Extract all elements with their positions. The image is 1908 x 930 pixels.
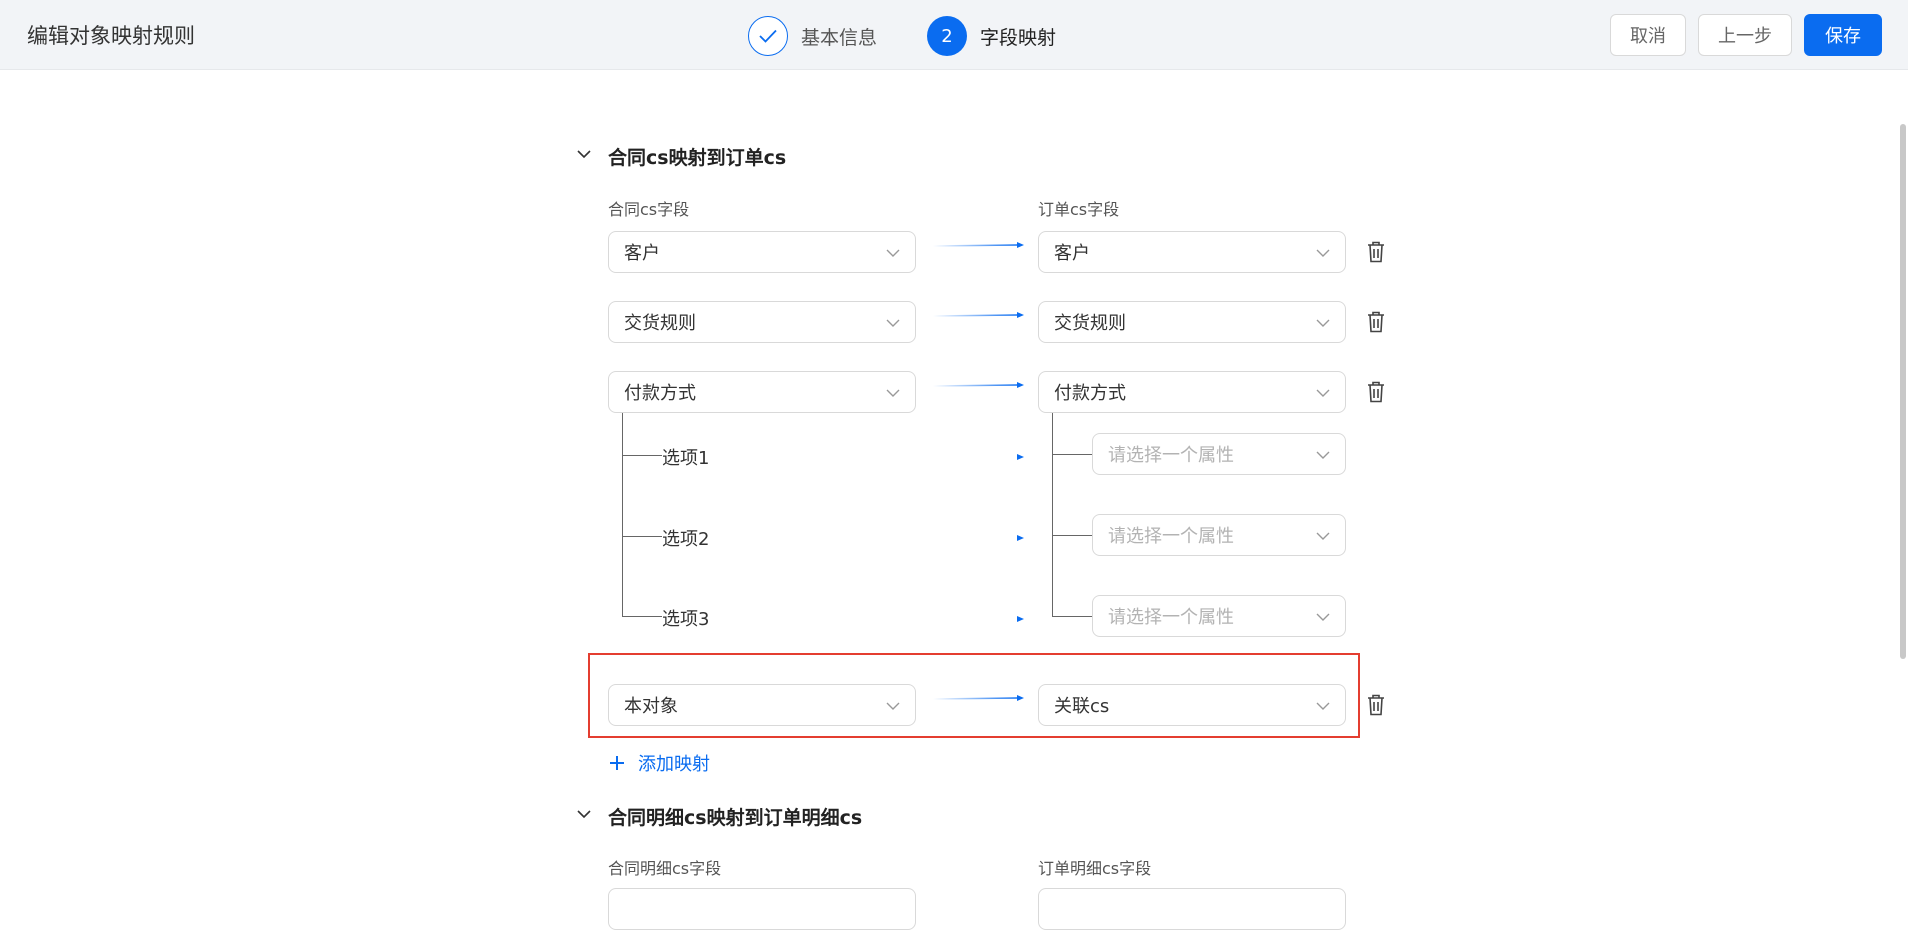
select-placeholder: 请选择一个属性	[1108, 445, 1234, 466]
trash-icon[interactable]	[1365, 380, 1387, 404]
chevron-down-icon	[1316, 702, 1330, 710]
tree-line	[622, 536, 662, 537]
tree-line	[1052, 535, 1092, 536]
arrow-right-icon	[933, 242, 1024, 248]
select-value: 付款方式	[624, 383, 696, 404]
chevron-down-icon	[1316, 532, 1330, 540]
trash-icon[interactable]	[1365, 693, 1387, 717]
option-label: 选项3	[662, 609, 710, 630]
select-value: 交货规则	[1054, 313, 1126, 334]
source-field-select[interactable]: 客户	[608, 231, 916, 273]
chevron-down-icon	[1316, 249, 1330, 257]
section-title: 合同cs映射到订单cs	[608, 147, 787, 169]
option-target-select[interactable]: 请选择一个属性	[1092, 514, 1346, 556]
select-value: 本对象	[624, 696, 678, 717]
target-field-select[interactable]: 交货规则	[1038, 301, 1346, 343]
step-basic-info[interactable]: 基本信息	[748, 14, 877, 58]
select-value: 交货规则	[624, 313, 696, 334]
option-label: 选项1	[662, 448, 710, 469]
previous-step-button[interactable]: 上一步	[1698, 14, 1792, 56]
target-field-select[interactable]	[1038, 888, 1346, 930]
select-placeholder: 请选择一个属性	[1108, 607, 1234, 628]
source-column-label: 合同明细cs字段	[608, 859, 722, 878]
target-column-label: 订单cs字段	[1038, 200, 1120, 219]
arrow-right-icon	[933, 535, 1024, 541]
chevron-down-icon	[886, 702, 900, 710]
scrollbar[interactable]	[1898, 70, 1908, 891]
select-value: 客户	[624, 243, 660, 264]
trash-icon[interactable]	[1365, 240, 1387, 264]
tree-line	[1052, 616, 1092, 617]
source-column-label: 合同cs字段	[608, 200, 690, 219]
select-value: 付款方式	[1054, 383, 1126, 404]
tree-line	[1052, 454, 1092, 455]
target-field-select[interactable]: 关联cs	[1038, 684, 1346, 726]
target-field-select[interactable]: 付款方式	[1038, 371, 1346, 413]
step-done-circle	[748, 16, 788, 56]
select-value: 关联cs	[1054, 696, 1110, 717]
chevron-down-icon	[1316, 319, 1330, 327]
arrow-right-icon	[933, 382, 1024, 388]
target-column-label: 订单明细cs字段	[1038, 859, 1152, 878]
source-field-select[interactable]	[608, 888, 916, 930]
source-field-select[interactable]: 付款方式	[608, 371, 916, 413]
plus-icon	[610, 756, 624, 770]
header-bar: 编辑对象映射规则 基本信息 2 字段映射 取消 上一步 保存	[0, 0, 1908, 70]
option-target-select[interactable]: 请选择一个属性	[1092, 595, 1346, 637]
add-mapping-button[interactable]: 添加映射	[608, 750, 710, 776]
arrow-right-icon	[933, 695, 1024, 701]
select-value: 客户	[1054, 243, 1090, 264]
tree-line	[622, 455, 662, 456]
chevron-down-icon	[886, 249, 900, 257]
section-title: 合同明细cs映射到订单明细cs	[608, 807, 863, 829]
trash-icon[interactable]	[1365, 310, 1387, 334]
step-field-mapping[interactable]: 2 字段映射	[927, 14, 1056, 58]
collapse-chevron-icon[interactable]	[575, 805, 593, 823]
add-mapping-label: 添加映射	[638, 754, 710, 775]
target-field-select[interactable]: 客户	[1038, 231, 1346, 273]
check-icon	[759, 29, 777, 43]
save-button[interactable]: 保存	[1804, 14, 1882, 56]
step-label: 字段映射	[980, 26, 1057, 49]
scrollbar-thumb[interactable]	[1900, 124, 1906, 659]
step-number: 2	[927, 16, 967, 56]
tree-line	[622, 616, 662, 617]
chevron-down-icon	[1316, 389, 1330, 397]
step-label: 基本信息	[801, 26, 878, 49]
arrow-right-icon	[933, 312, 1024, 318]
select-placeholder: 请选择一个属性	[1108, 526, 1234, 547]
collapse-chevron-icon[interactable]	[575, 145, 593, 163]
page-title: 编辑对象映射规则	[27, 24, 195, 48]
arrow-right-icon	[933, 616, 1024, 622]
tree-line	[1052, 413, 1053, 616]
chevron-down-icon	[886, 389, 900, 397]
arrow-right-icon	[933, 454, 1024, 460]
option-label: 选项2	[662, 529, 710, 550]
cancel-button[interactable]: 取消	[1610, 14, 1686, 56]
tree-line	[622, 413, 623, 616]
chevron-down-icon	[1316, 451, 1330, 459]
option-target-select[interactable]: 请选择一个属性	[1092, 433, 1346, 475]
source-field-select[interactable]: 交货规则	[608, 301, 916, 343]
chevron-down-icon	[1316, 613, 1330, 621]
chevron-down-icon	[886, 319, 900, 327]
source-field-select[interactable]: 本对象	[608, 684, 916, 726]
